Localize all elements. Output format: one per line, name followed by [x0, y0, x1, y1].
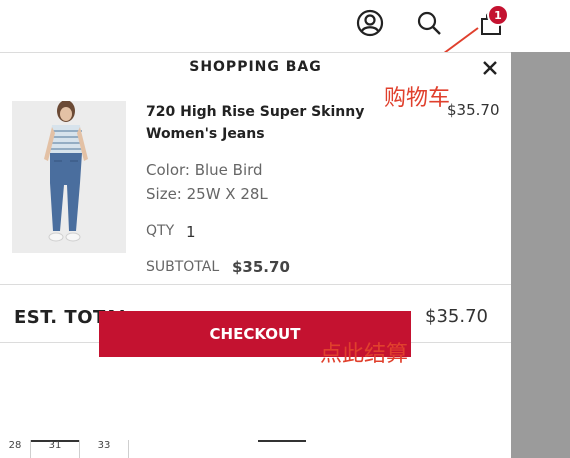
qty-value[interactable]: 1 — [186, 223, 196, 241]
subtotal-value: $35.70 — [232, 258, 290, 276]
size-option[interactable]: 31 — [31, 440, 80, 458]
product-image[interactable] — [12, 101, 126, 253]
cart-annotation: 购物车 — [384, 86, 451, 111]
product-color: Color: Blue Bird — [146, 161, 263, 179]
product-price: $35.70 — [447, 101, 500, 119]
size-option[interactable]: 28 — [0, 440, 31, 458]
product-name-line2: Women's Jeans — [146, 126, 265, 142]
size-option[interactable]: 33 — [80, 440, 129, 458]
product-name[interactable]: 720 High Rise Super Skinny Women's Jeans — [146, 101, 376, 145]
product-size: Size: 25W X 28L — [146, 185, 268, 203]
shopping-bag-title: SHOPPING BAG — [189, 59, 322, 75]
product-name-line1: 720 High Rise Super Skinny — [146, 104, 365, 120]
checkout-annotation: 点此结算 — [320, 342, 409, 367]
close-icon[interactable] — [479, 57, 501, 79]
subtotal-label: SUBTOTAL — [146, 259, 220, 275]
size-strip-highlight — [258, 440, 306, 442]
est-total-value: $35.70 — [425, 306, 488, 327]
qty-label: QTY — [146, 223, 175, 239]
divider — [0, 284, 511, 285]
